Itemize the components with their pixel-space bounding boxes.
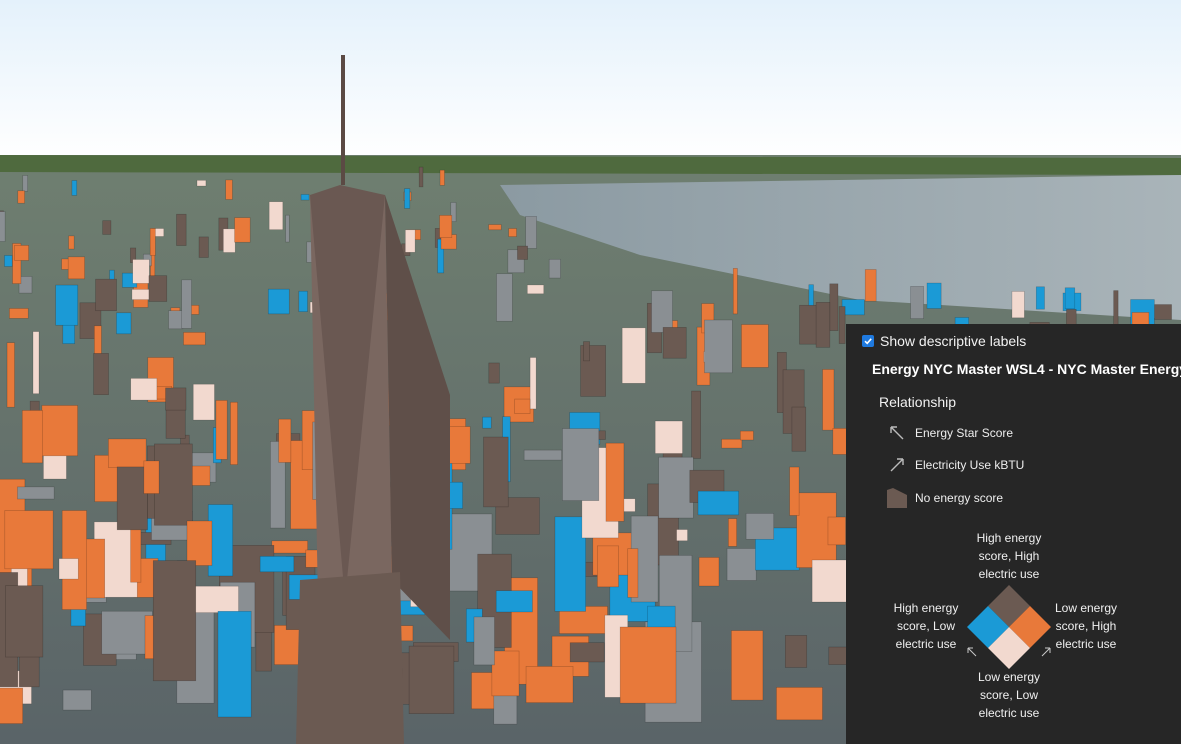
show-labels-row[interactable]: Show descriptive labels (862, 333, 1026, 349)
show-labels-label: Show descriptive labels (880, 333, 1027, 349)
arrow-up-left-icon (886, 422, 908, 444)
checkmark-icon (864, 338, 872, 345)
arrow-up-right-icon (886, 454, 908, 476)
corner-label-bottom: Low energy score, Low electric use (977, 670, 1041, 720)
relationship-title: Relationship (879, 394, 957, 410)
corner-label-top: High energy score, High electric use (976, 531, 1042, 581)
sky-background (0, 0, 1181, 160)
legend-item-label: Electricity Use kBTU (915, 458, 1025, 472)
legend-panel: Show descriptive labels Energy NYC Maste… (846, 324, 1181, 744)
legend-item-energy-star: Energy Star Score (886, 422, 1013, 444)
corner-label-right: Low energy score, High electric use (1054, 601, 1118, 651)
legend-item-no-score: No energy score (886, 487, 1003, 509)
legend-item-label: Energy Star Score (915, 426, 1014, 440)
legend-item-electricity: Electricity Use kBTU (886, 454, 1024, 476)
arrow-up-left-icon (967, 647, 977, 657)
building-icon (886, 487, 908, 509)
bivariate-diamond (967, 585, 1051, 669)
show-labels-checkbox[interactable] (862, 335, 874, 347)
arrow-up-right-icon (1041, 647, 1051, 657)
legend-item-label: No energy score (915, 491, 1004, 505)
layer-title: Energy NYC Master WSL4 - NYC Master Ener… (872, 361, 1181, 377)
corner-label-left: High energy score, Low electric use (893, 601, 959, 651)
